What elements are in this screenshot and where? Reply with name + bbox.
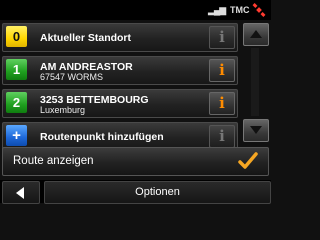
show-route-label: Route anzeigen: [13, 155, 94, 167]
arrow-up-icon: [250, 30, 262, 38]
route-point-badge: 0: [6, 26, 27, 47]
gps-satellite-icon: [252, 3, 266, 17]
route-point-title: Routenpunkt hinzufügen: [40, 131, 164, 143]
arrow-down-icon: [250, 126, 262, 134]
add-icon: +: [6, 125, 27, 146]
scroll-up-button[interactable]: [243, 23, 269, 46]
scroll-down-button[interactable]: [243, 119, 269, 142]
back-arrow-icon: [16, 187, 24, 199]
signal-bars-icon: ▂▄▆: [208, 5, 226, 15]
route-point-row-1[interactable]: 1 AM ANDREASTOR 67547 WORMS i: [2, 56, 238, 85]
info-icon[interactable]: i: [209, 26, 235, 49]
route-point-badge: 2: [6, 92, 27, 113]
route-point-subtitle: Luxemburg: [40, 105, 86, 115]
route-point-badge: 1: [6, 59, 27, 80]
tmc-label: TMC: [230, 5, 250, 15]
checkmark-icon: [238, 152, 258, 169]
info-icon[interactable]: i: [209, 125, 235, 148]
status-bar: ▂▄▆ TMC: [0, 0, 271, 20]
scroll-track[interactable]: [251, 48, 259, 116]
show-route-button[interactable]: Route anzeigen: [2, 147, 269, 176]
route-point-title: Aktueller Standort: [40, 32, 132, 44]
route-point-list: 0 Aktueller Standort i 1 AM ANDREASTOR 6…: [2, 23, 238, 155]
route-point-subtitle: 67547 WORMS: [40, 72, 104, 82]
options-button[interactable]: Optionen: [44, 181, 271, 204]
route-point-row-2[interactable]: 2 3253 BETTEMBOURG Luxemburg i: [2, 89, 238, 118]
info-icon[interactable]: i: [209, 59, 235, 82]
route-point-row-start[interactable]: 0 Aktueller Standort i: [2, 23, 238, 52]
bottom-bar: Optionen: [0, 180, 271, 204]
info-icon[interactable]: i: [209, 92, 235, 115]
scrollbar[interactable]: [243, 23, 269, 142]
back-button[interactable]: [2, 181, 40, 204]
